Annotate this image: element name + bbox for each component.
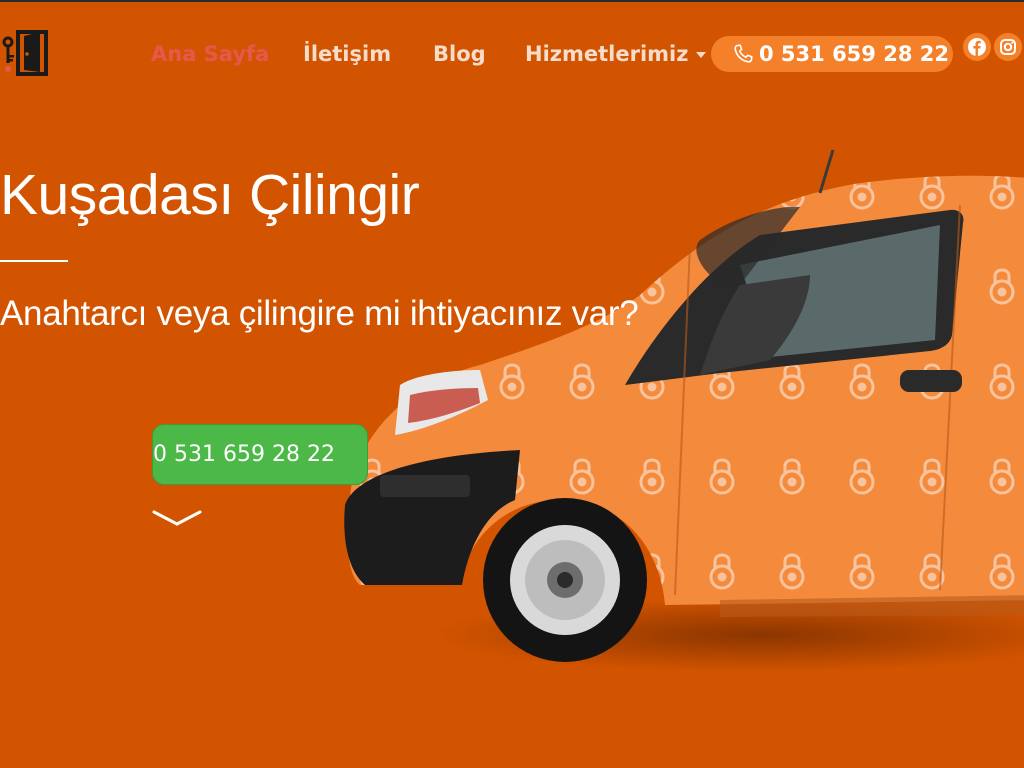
call-now-number: 0 531 659 28 22 <box>153 442 335 467</box>
facebook-link[interactable] <box>963 33 991 61</box>
hero-divider <box>0 260 68 262</box>
chevron-down-icon[interactable] <box>152 508 202 528</box>
hero-subtitle: Anahtarcı veya çilingire mi ihtiyacınız … <box>0 294 639 333</box>
top-border <box>0 0 1024 2</box>
nav-home[interactable]: Ana Sayfa <box>151 38 269 70</box>
chevron-down-icon <box>696 52 707 58</box>
instagram-icon <box>1000 39 1016 55</box>
door-key-icon[interactable] <box>0 28 52 78</box>
van-image <box>344 149 1024 673</box>
hero-title: Kuşadası Çilingir <box>0 163 420 227</box>
nav-services[interactable]: Hizmetlerimiz <box>525 38 707 70</box>
instagram-link[interactable] <box>994 33 1022 61</box>
nav-services-label: Hizmetlerimiz <box>525 42 689 66</box>
nav-blog[interactable]: Blog <box>433 38 486 70</box>
nav-contact[interactable]: İletişim <box>303 38 391 70</box>
header-phone-button[interactable]: 0 531 659 28 22 <box>711 36 953 72</box>
facebook-icon <box>968 38 986 56</box>
header-phone-number: 0 531 659 28 22 <box>759 42 949 66</box>
phone-icon <box>734 44 753 63</box>
call-now-button[interactable]: 0 531 659 28 22 <box>152 424 368 485</box>
